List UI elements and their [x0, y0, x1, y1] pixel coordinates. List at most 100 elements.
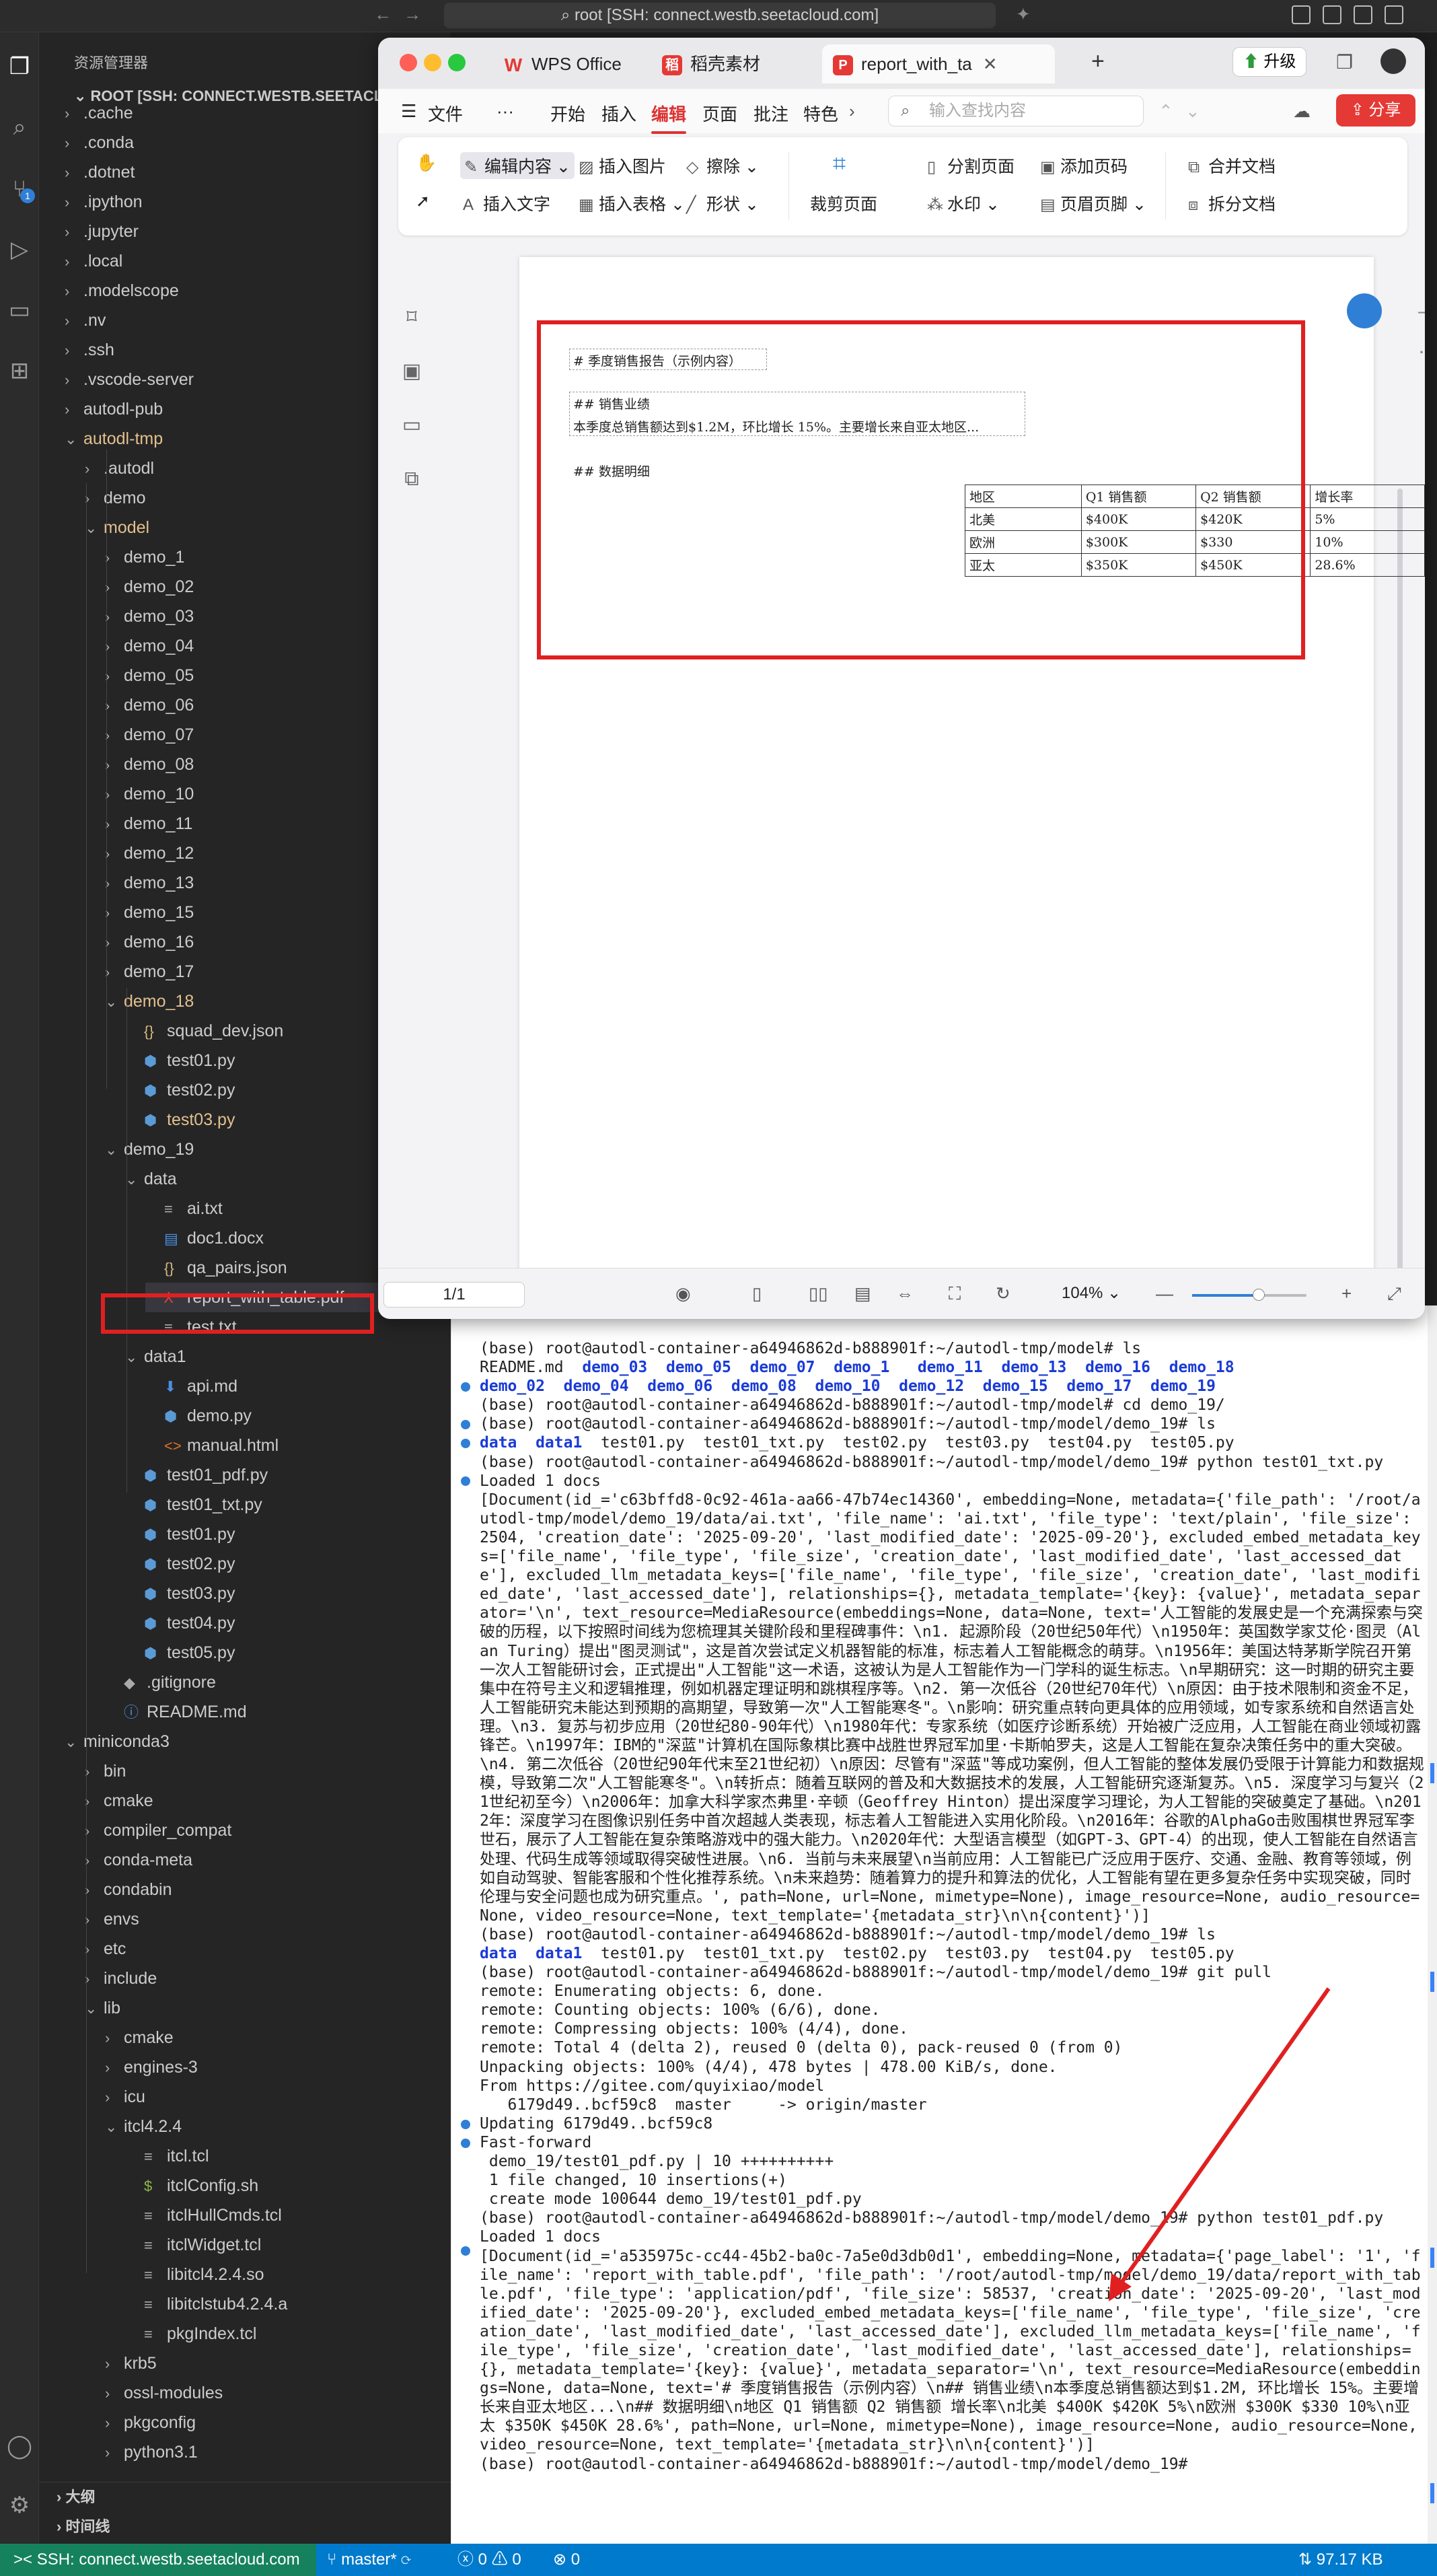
file-item[interactable]: ⬢ test05.py	[125, 1638, 441, 1668]
bookmark-icon[interactable]: ⌑	[400, 306, 424, 330]
folder-item[interactable]: › condabin	[85, 1875, 441, 1904]
cloud-sync-icon[interactable]: ☁	[1293, 101, 1311, 122]
crop-icon[interactable]: ⌗	[833, 151, 846, 177]
split-doc-button[interactable]: ⧈ 拆分文档	[1188, 191, 1276, 215]
toggle-sidebar-icon[interactable]	[1292, 5, 1311, 24]
terminal-scrollbar[interactable]	[1428, 1305, 1437, 2544]
close-window-button[interactable]	[400, 54, 417, 71]
comment-icon[interactable]: ▭	[400, 413, 424, 437]
menu-item-3[interactable]: 插入	[601, 101, 636, 126]
command-status-dot[interactable]	[461, 1382, 470, 1392]
fullscreen-icon[interactable]: ⤢	[1387, 1283, 1401, 1305]
source-control-icon[interactable]: ⑂ 1	[4, 174, 35, 205]
more-options-icon[interactable]: ⋯	[1418, 341, 1425, 364]
minimize-window-button[interactable]	[424, 54, 441, 71]
insert-image-button[interactable]: ▨ 插入图片	[579, 153, 666, 178]
folder-item[interactable]: ⌄ data1	[125, 1342, 441, 1371]
account-icon[interactable]: ◯	[4, 2431, 35, 2462]
remote-indicator[interactable]: >< SSH: connect.westb.seetacloud.com	[0, 2544, 316, 2576]
folder-item[interactable]: › etc	[85, 1934, 441, 1964]
close-tab-icon[interactable]: ✕	[983, 54, 998, 74]
document-scrollbar[interactable]	[1395, 462, 1405, 1319]
add-page-number-button[interactable]: ▣ 添加页码	[1040, 153, 1128, 178]
explorer-icon[interactable]: ❐	[4, 51, 35, 82]
file-item[interactable]: ◆ .gitignore	[105, 1668, 441, 1697]
folder-item[interactable]: › envs	[85, 1904, 441, 1934]
file-item[interactable]: ≡ itcl.tcl	[125, 2141, 441, 2171]
file-item[interactable]: ⬢ test04.py	[125, 1608, 441, 1638]
menu-item-1[interactable]: ···	[496, 101, 514, 122]
search-icon[interactable]: ⌕	[4, 112, 35, 143]
command-center[interactable]: ⌕ root [SSH: connect.westb.seetacloud.co…	[444, 3, 996, 28]
menu-item-0[interactable]: 文件	[428, 101, 463, 126]
file-item[interactable]: ⬢ test01.py	[125, 1519, 441, 1549]
zoom-slider[interactable]	[1192, 1294, 1306, 1297]
run-debug-icon[interactable]: ▷	[4, 234, 35, 265]
header-footer-button[interactable]: ▤ 页眉页脚 ⌄	[1040, 191, 1146, 215]
file-item[interactable]: ⬢ demo.py	[145, 1401, 441, 1431]
command-status-dot[interactable]	[461, 2246, 470, 2256]
collapse-icon[interactable]: —	[1418, 300, 1425, 323]
fit-page-icon[interactable]: ⛶	[949, 1283, 961, 1305]
erase-button[interactable]: ◇ 擦除 ⌄	[686, 153, 759, 178]
insert-text-button[interactable]: A 插入文字	[463, 191, 550, 215]
folder-item[interactable]: › cmake	[105, 2023, 441, 2052]
extensions-icon[interactable]: ⊞	[4, 355, 35, 386]
zoom-in-icon[interactable]: +	[1341, 1283, 1352, 1304]
command-status-dot[interactable]	[461, 1476, 470, 1486]
problems-indicator[interactable]: ⓧ 0 ⚠ 0	[457, 2544, 521, 2576]
branch-indicator[interactable]: ⑂ master* ⟳	[327, 2544, 411, 2576]
folder-item[interactable]: › python3.1	[105, 2437, 441, 2467]
new-tab-plus-icon[interactable]: +	[1091, 48, 1105, 75]
folder-item[interactable]: › cmake	[85, 1786, 441, 1816]
menu-item-5[interactable]: 页面	[702, 101, 737, 126]
command-status-dot[interactable]	[461, 1439, 470, 1448]
find-prev-icon[interactable]: ⌃	[1158, 101, 1173, 122]
file-item[interactable]: ≡ pkgIndex.tcl	[125, 2319, 441, 2349]
page-indicator[interactable]: 1/1	[383, 1282, 525, 1308]
more-menu-chevron-icon[interactable]: ›	[849, 101, 855, 122]
file-item[interactable]: ⓘ README.md	[105, 1697, 441, 1727]
folder-item[interactable]: › conda-meta	[85, 1845, 441, 1875]
outline-header[interactable]: › 大纲	[57, 2482, 95, 2512]
menu-item-6[interactable]: 批注	[753, 101, 788, 126]
forward-arrow-icon[interactable]: →	[404, 4, 421, 25]
menu-item-4[interactable]: 编辑	[651, 101, 687, 134]
split-page-button[interactable]: ▯ 分割页面	[927, 153, 1015, 178]
ports-indicator[interactable]: ⊗ 0	[553, 2544, 580, 2576]
rotate-icon[interactable]: ↻	[996, 1283, 1010, 1304]
zoom-out-icon[interactable]: —	[1156, 1283, 1173, 1304]
folder-item[interactable]: › ossl-modules	[105, 2378, 441, 2408]
folder-item[interactable]: › pkgconfig	[105, 2408, 441, 2437]
folder-item[interactable]: › compiler_compat	[85, 1816, 441, 1845]
remote-explorer-icon[interactable]: ▭	[4, 295, 35, 326]
folder-item[interactable]: ⌄ lib	[85, 1993, 441, 2023]
file-item[interactable]: <> manual.html	[145, 1431, 441, 1460]
edit-content-button[interactable]: ✎ 编辑内容 ⌄	[460, 152, 575, 179]
merge-doc-button[interactable]: ⧉ 合并文档	[1188, 153, 1276, 178]
eye-icon[interactable]: ◉	[675, 1283, 691, 1304]
menu-item-2[interactable]: 开始	[550, 101, 585, 126]
folder-item[interactable]: › engines-3	[105, 2052, 441, 2082]
select-tool-icon[interactable]: ➚	[416, 191, 430, 211]
folder-item[interactable]: › include	[85, 1964, 441, 1993]
find-input[interactable]: ⌕ 输入查找内容	[888, 96, 1144, 127]
crop-page-button[interactable]: 裁剪页面	[810, 191, 877, 215]
two-page-icon[interactable]: ▯▯	[809, 1283, 828, 1304]
hand-tool-icon[interactable]: ✋	[416, 153, 437, 173]
share-button[interactable]: ⇪ 分享	[1336, 94, 1415, 127]
attachment-icon[interactable]: ⧉	[400, 467, 424, 491]
file-item[interactable]: ⬢ test02.py	[125, 1549, 441, 1579]
file-item[interactable]: ⬇ api.md	[145, 1371, 441, 1401]
insert-table-button[interactable]: ▦ 插入表格 ⌄	[579, 191, 685, 215]
manage-gear-icon[interactable]: ⚙	[4, 2490, 35, 2521]
file-item[interactable]: ⬢ test01_txt.py	[125, 1490, 441, 1519]
folder-item[interactable]: › icu	[105, 2082, 441, 2112]
single-page-icon[interactable]: ▯	[752, 1283, 762, 1304]
copilot-icon[interactable]: ✦	[1016, 4, 1031, 25]
timeline-header[interactable]: › 时间线	[57, 2512, 110, 2542]
command-status-dot[interactable]	[461, 1420, 470, 1429]
upgrade-button[interactable]: ⬆ 升级	[1232, 47, 1306, 77]
tab-daoke[interactable]: 稻稻壳素材	[651, 44, 815, 83]
tab-report-pdf[interactable]: Preport_with_ta ✕	[822, 44, 1055, 83]
